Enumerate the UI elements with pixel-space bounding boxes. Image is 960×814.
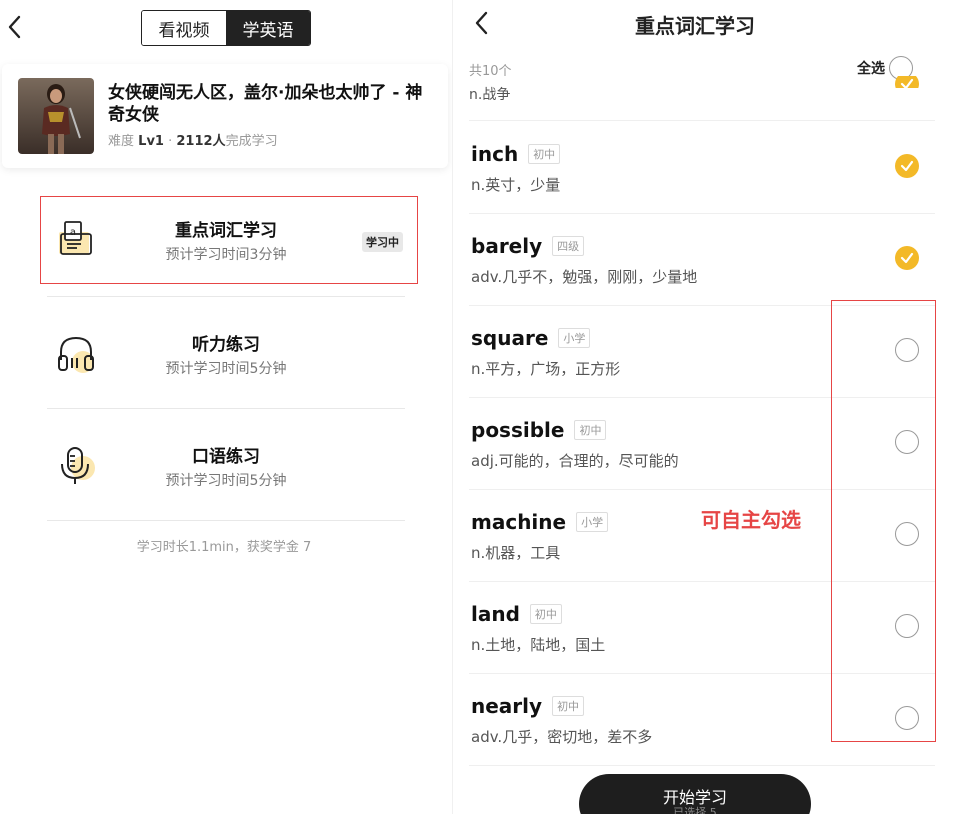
check-icon[interactable] [895,246,919,270]
video-thumbnail [18,78,94,154]
level-tag: 初中 [529,604,562,624]
task-speaking[interactable]: 口语练习 预计学习时间5分钟 [47,422,405,510]
word-text: machine [471,510,567,534]
word-row[interactable]: inch 初中 n.英寸，少量 [469,122,939,214]
word-line: inch 初中 [471,142,561,166]
difficulty-label: 难度 [108,134,135,149]
level-tag: 四级 [552,236,585,256]
meta-separator: · [163,134,177,149]
highlight-box [831,300,936,742]
task-name: 听力练习 [192,335,260,355]
word-line: machine 小学 [471,510,609,534]
study-summary: 学习时长1.1min，获奖学金 7 [136,540,312,555]
video-title: 女侠硬闯无人区，盖尔·加朵也太帅了 - 神奇女侠 [108,83,423,125]
check-icon [895,76,919,88]
word-count: 共10个 [469,64,512,79]
word-meaning: adj.可能的，合理的，尽可能的 [471,452,679,470]
word-meaning: n.英寸，少量 [471,176,561,194]
word-meaning: n.土地，陆地，国土 [471,636,606,654]
mode-switch: 看视频 学英语 [141,10,311,46]
word-line: nearly 初中 [471,694,585,718]
divider [47,408,405,409]
word-row[interactable]: barely 四级 adv.几乎不，勉强，刚刚，少量地 [469,214,939,306]
task-time: 预计学习时间5分钟 [165,361,287,377]
learners-suffix: 完成学习 [225,134,278,149]
word-meaning: n.机器，工具 [471,544,561,562]
word-text: inch [471,142,519,166]
learners-count: 2112人 [176,134,226,149]
level-tag: 初中 [528,144,561,164]
tab-learn-english[interactable]: 学英语 [226,11,310,45]
divider [47,520,405,521]
divider [469,765,935,766]
task-time: 预计学习时间5分钟 [165,473,287,489]
level-tag: 小学 [576,512,609,532]
level-tag: 初中 [552,696,585,716]
task-listening[interactable]: 听力练习 预计学习时间5分钟 [47,310,405,398]
level-tag: 小学 [558,328,591,348]
vocabulary-panel: 重点词汇学习 共10个 全选 n.战争 inch 初中 n.英寸，少量 barely 四… [452,0,960,814]
word-text: barely [471,234,543,258]
level-tag: 初中 [574,420,607,440]
selected-count: 已选择 5 [673,806,717,814]
video-card[interactable]: 女侠硬闯无人区，盖尔·加朵也太帅了 - 神奇女侠 难度 Lv1 · 2112人完… [2,64,448,168]
word-meaning: n.平方，广场，正方形 [471,360,621,378]
annotation-text: 可自主勾选 [701,508,801,532]
word-line: square 小学 [471,326,591,350]
back-button[interactable] [0,10,28,44]
chevron-left-icon [8,15,21,39]
start-learning-button[interactable]: 开始学习 已选择 5 [579,774,811,814]
word-meaning: adv.几乎，密切地，差不多 [471,728,653,746]
word-line: barely 四级 [471,234,585,258]
word-text: nearly [471,694,543,718]
tab-watch-video[interactable]: 看视频 [142,11,226,45]
video-meta: 难度 Lv1 · 2112人完成学习 [108,130,278,149]
word-meaning-partial: n.战争 [469,87,511,100]
word-text: land [471,602,520,626]
word-line: possible 初中 [471,418,607,442]
check-icon[interactable] [895,154,919,178]
word-text: square [471,326,549,350]
difficulty-value: Lv1 [138,134,164,149]
page-title: 重点词汇学习 [635,14,755,38]
divider [469,120,935,121]
task-name: 口语练习 [192,447,260,467]
learn-english-panel: 看视频 学英语 女侠硬闯无人区，盖尔·加朵也太帅了 - 神奇女侠 难度 Lv1 … [0,0,448,814]
word-meaning: adv.几乎不，勉强，刚刚，少量地 [471,268,698,286]
word-line: land 初中 [471,602,562,626]
divider [47,296,405,297]
word-text: possible [471,418,565,442]
select-all-label: 全选 [857,61,885,77]
highlight-box [40,196,418,284]
